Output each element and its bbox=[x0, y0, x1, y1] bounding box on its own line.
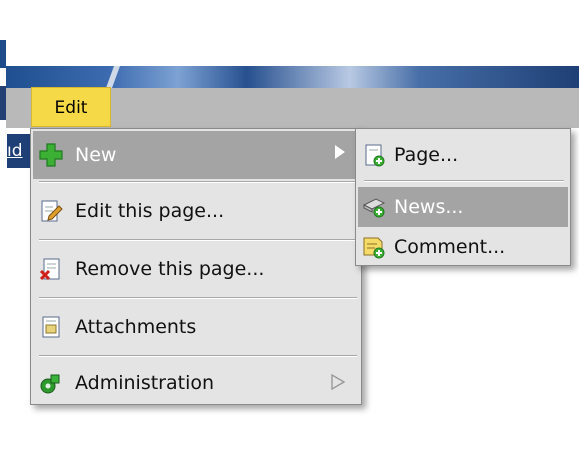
new-page-icon bbox=[362, 143, 386, 167]
menu-item-label: Attachments bbox=[75, 316, 197, 338]
menu-item-label: Remove this page... bbox=[75, 258, 265, 280]
menu-item-remove-page[interactable]: Remove this page... bbox=[33, 245, 359, 293]
menu-item-label: Edit this page... bbox=[75, 200, 225, 222]
news-icon bbox=[362, 195, 386, 219]
administration-icon bbox=[39, 371, 63, 395]
submenu-item-news[interactable]: News... bbox=[358, 187, 568, 227]
menu-item-administration[interactable]: Administration bbox=[33, 359, 359, 407]
submenu-arrow-icon bbox=[335, 145, 345, 159]
attachment-icon bbox=[39, 315, 63, 339]
partial-link[interactable]: ıd bbox=[7, 134, 31, 168]
menu-item-label: Administration bbox=[75, 372, 215, 394]
menu-item-edit-page[interactable]: Edit this page... bbox=[33, 187, 359, 235]
submenu-item-page[interactable]: Page... bbox=[358, 135, 568, 175]
plus-icon bbox=[39, 143, 63, 167]
submenu-item-comment[interactable]: Comment... bbox=[358, 227, 568, 267]
submenu-arrow-icon bbox=[331, 373, 346, 391]
menu-item-attachments[interactable]: Attachments bbox=[33, 303, 359, 351]
submenu-item-label: Page... bbox=[394, 144, 459, 166]
menu-separator bbox=[39, 297, 357, 299]
menu-separator bbox=[39, 181, 357, 183]
menu-separator bbox=[39, 355, 357, 357]
submenu-item-label: News... bbox=[394, 196, 464, 218]
comment-icon bbox=[362, 235, 386, 259]
edit-dropdown-menu: New Edit this page... Remove this page..… bbox=[30, 128, 362, 405]
menu-item-new[interactable]: New bbox=[33, 131, 359, 179]
menu-item-label: New bbox=[75, 144, 117, 166]
remove-page-icon bbox=[39, 257, 63, 281]
menu-separator bbox=[364, 180, 564, 182]
header-banner bbox=[6, 66, 579, 88]
edit-menu-tab[interactable]: Edit bbox=[31, 87, 111, 127]
new-submenu: Page... News... Comment... bbox=[355, 128, 571, 266]
edit-page-icon bbox=[39, 199, 63, 223]
page-edge bbox=[6, 168, 30, 400]
menu-separator bbox=[39, 239, 357, 241]
submenu-item-label: Comment... bbox=[394, 236, 506, 258]
